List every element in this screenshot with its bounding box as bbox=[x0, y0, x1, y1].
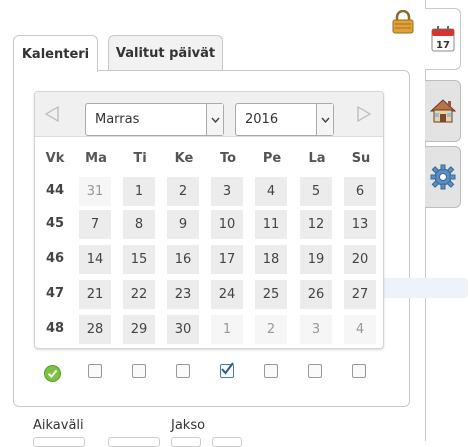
calendar-day[interactable]: 14 bbox=[79, 245, 111, 274]
weekday-checkbox[interactable] bbox=[176, 364, 190, 378]
calendar-day[interactable]: 19 bbox=[300, 245, 332, 274]
calendar-day[interactable]: 13 bbox=[344, 210, 376, 239]
chevron-down-icon bbox=[316, 104, 333, 135]
weekday-header: Pe bbox=[262, 151, 282, 166]
weekday-header: La bbox=[308, 151, 326, 166]
week-number: 44 bbox=[45, 183, 65, 198]
calendar-day-other-month[interactable]: 31 bbox=[79, 177, 111, 206]
calendar-day-other-month[interactable]: 4 bbox=[344, 315, 376, 344]
gear-icon bbox=[430, 164, 455, 190]
weekday-header: Ke bbox=[174, 151, 194, 166]
calendar-header: Marras 2016 bbox=[35, 92, 383, 137]
calendar-day-other-month[interactable]: 2 bbox=[255, 315, 287, 344]
calendar-day[interactable]: 12 bbox=[300, 210, 332, 239]
calendar-day[interactable]: 2 bbox=[167, 177, 199, 206]
calendar-day[interactable]: 1 bbox=[123, 177, 155, 206]
next-month-icon[interactable] bbox=[357, 106, 371, 122]
month-select[interactable]: Marras bbox=[85, 103, 224, 136]
week-number: 47 bbox=[45, 286, 65, 301]
calendar-day[interactable]: 8 bbox=[123, 210, 155, 239]
interval-label: Aikaväli bbox=[33, 418, 84, 433]
weekday-header: To bbox=[219, 151, 237, 166]
tab-kalenteri[interactable]: Kalenteri bbox=[13, 35, 98, 72]
weekday-header: Ma bbox=[85, 151, 107, 166]
calendar-day[interactable]: 16 bbox=[167, 245, 199, 274]
calendar-day[interactable]: 27 bbox=[344, 280, 376, 309]
chevron-down-icon bbox=[206, 104, 223, 135]
weekday-header: Ti bbox=[133, 151, 147, 166]
week-number: 48 bbox=[45, 321, 65, 336]
calendar-day-other-month[interactable]: 3 bbox=[300, 315, 332, 344]
home-icon bbox=[429, 99, 456, 123]
weekday-checkbox[interactable] bbox=[264, 364, 278, 378]
weekday-checkbox[interactable] bbox=[308, 364, 322, 378]
calendar-day[interactable]: 4 bbox=[255, 177, 287, 206]
week-number: 46 bbox=[45, 251, 65, 266]
period-field[interactable] bbox=[171, 437, 201, 447]
calendar-day[interactable]: 28 bbox=[79, 315, 111, 344]
calendar-day[interactable]: 15 bbox=[123, 245, 155, 274]
weekday-checkbox[interactable] bbox=[88, 364, 102, 378]
week-number: 45 bbox=[45, 216, 65, 231]
calendar-day[interactable]: 26 bbox=[300, 280, 332, 309]
year-select[interactable]: 2016 bbox=[235, 103, 334, 136]
tab-valitut-paivat[interactable]: Valitut päivät bbox=[108, 35, 223, 71]
calendar-day[interactable]: 20 bbox=[344, 245, 376, 274]
calendar-day[interactable]: 29 bbox=[123, 315, 155, 344]
calendar-icon-day: 17 bbox=[436, 40, 450, 51]
week-number-header: Vk bbox=[45, 151, 65, 166]
calendar-day[interactable]: 9 bbox=[167, 210, 199, 239]
calendar-day[interactable]: 23 bbox=[167, 280, 199, 309]
month-select-value: Marras bbox=[95, 112, 140, 127]
side-tab-calendar[interactable]: 17 bbox=[425, 8, 461, 70]
calendar-day[interactable]: 25 bbox=[255, 280, 287, 309]
calendar-day[interactable]: 3 bbox=[211, 177, 243, 206]
calendar-day[interactable]: 18 bbox=[255, 245, 287, 274]
calendar-day[interactable]: 24 bbox=[211, 280, 243, 309]
side-tab-home[interactable] bbox=[425, 80, 461, 142]
calendar-day[interactable]: 30 bbox=[167, 315, 199, 344]
calendar-icon: 17 bbox=[431, 26, 454, 52]
calendar-day[interactable]: 21 bbox=[79, 280, 111, 309]
period-unit-field[interactable] bbox=[212, 437, 242, 447]
calendar-day[interactable]: 22 bbox=[123, 280, 155, 309]
side-tab-settings[interactable] bbox=[425, 146, 461, 208]
weekday-checkbox[interactable] bbox=[352, 364, 366, 378]
calendar-day[interactable]: 17 bbox=[211, 245, 243, 274]
calendar-day[interactable]: 5 bbox=[300, 177, 332, 206]
weekday-checkbox[interactable] bbox=[220, 362, 234, 378]
calendar-day[interactable]: 7 bbox=[79, 210, 111, 239]
check-circle-icon[interactable] bbox=[44, 365, 61, 382]
interval-start-field[interactable] bbox=[33, 437, 85, 447]
calendar-day[interactable]: 10 bbox=[211, 210, 243, 239]
weekday-checkbox[interactable] bbox=[132, 364, 146, 378]
calendar-day-other-month[interactable]: 1 bbox=[211, 315, 243, 344]
weekday-header: Su bbox=[351, 151, 371, 166]
period-label: Jakso bbox=[171, 418, 206, 433]
interval-end-field[interactable] bbox=[108, 437, 160, 447]
checkmark-icon bbox=[221, 362, 234, 375]
prev-month-icon[interactable] bbox=[45, 106, 59, 122]
calendar-day[interactable]: 11 bbox=[255, 210, 287, 239]
calendar-day[interactable]: 6 bbox=[344, 177, 376, 206]
lock-icon[interactable] bbox=[392, 10, 414, 34]
year-select-value: 2016 bbox=[245, 112, 279, 127]
calendar-widget: Marras 2016 Vk Ma Ti Ke To Pe La Su 44 31 1 2 3 4 5 6 45… bbox=[34, 91, 384, 349]
